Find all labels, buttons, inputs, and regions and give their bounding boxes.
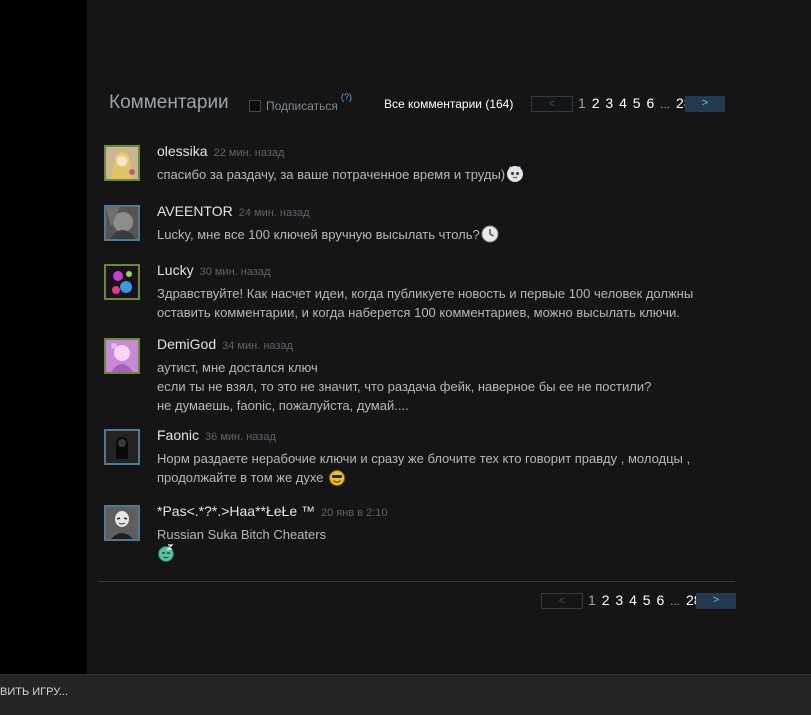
page-link[interactable]: 6 bbox=[646, 95, 654, 111]
comment-author[interactable]: DemiGod bbox=[157, 336, 216, 352]
comment-header: DemiGod 34 мин. назад bbox=[157, 336, 293, 354]
comment-timestamp: 36 мин. назад bbox=[205, 431, 276, 443]
avatar[interactable] bbox=[104, 205, 140, 241]
comment-body: спасибо за раздачу, за ваше потраченное … bbox=[157, 167, 506, 182]
comment-text: Здравствуйте! Как насчет идеи, когда пуб… bbox=[157, 284, 737, 322]
subscribe-checkbox[interactable] bbox=[249, 100, 261, 112]
page-ellipsis: ... bbox=[660, 97, 671, 111]
prev-page-button[interactable]: < bbox=[541, 593, 583, 609]
comment-text: спасибо за раздачу, за ваше потраченное … bbox=[157, 165, 737, 184]
comments-panel: Комментарии Подписаться (?) Все коммента… bbox=[87, 0, 811, 674]
comment-header: AVEENTOR 24 мин. назад bbox=[157, 203, 310, 221]
next-page-button[interactable]: > bbox=[685, 96, 725, 112]
comment-body: аутист, мне достался ключ если ты не взя… bbox=[157, 360, 652, 413]
page-link[interactable]: 5 bbox=[643, 592, 651, 608]
comment-timestamp: 20 янв в 2:10 bbox=[321, 507, 388, 519]
avatar[interactable] bbox=[104, 145, 140, 181]
page-link[interactable]: 5 bbox=[633, 95, 641, 111]
comment-author[interactable]: olessika bbox=[157, 143, 208, 159]
page-link[interactable]: 4 bbox=[619, 95, 627, 111]
page-link[interactable]: 2 bbox=[592, 95, 600, 111]
avatar[interactable] bbox=[104, 338, 140, 374]
comment-body: Lucky, мне все 100 ключей вручную высыла… bbox=[157, 227, 480, 242]
current-page: 1 bbox=[578, 95, 586, 111]
comment-header: olessika 22 мин. назад bbox=[157, 143, 284, 161]
bottom-bar: ВИТЬ ИГРУ... bbox=[0, 674, 811, 715]
cat-face-icon bbox=[506, 165, 524, 183]
subscribe-label[interactable]: Подписаться bbox=[266, 99, 338, 113]
current-page: 1 bbox=[588, 592, 596, 608]
add-game-link[interactable]: ВИТЬ ИГРУ... bbox=[0, 686, 68, 698]
comment-body: Здравствуйте! Как насчет идеи, когда пуб… bbox=[157, 286, 694, 320]
comment-text: Russian Suka Bitch Cheaters bbox=[157, 525, 737, 563]
page-numbers: 1 2 3 4 5 6 ... 28 bbox=[578, 95, 694, 111]
next-page-button[interactable]: > bbox=[696, 593, 736, 609]
top-edge-marks bbox=[497, 0, 727, 2]
comment-header: Faonic 36 мин. назад bbox=[157, 427, 276, 445]
page-link[interactable]: 3 bbox=[615, 592, 623, 608]
comment-header: *Pas<.*?*.>Haa**ŁeŁe ™ 20 янв в 2:10 bbox=[157, 503, 388, 521]
subscribe-help-link[interactable]: (?) bbox=[341, 92, 352, 102]
page-link[interactable]: 6 bbox=[656, 592, 664, 608]
comment-author[interactable]: Faonic bbox=[157, 427, 199, 443]
comment-body: Норм раздаете нерабочие ключи и сразу же… bbox=[157, 451, 691, 485]
page-numbers: 1 2 3 4 5 6 ... 28 bbox=[588, 592, 704, 608]
comments-title: Комментарии bbox=[109, 92, 229, 113]
page-ellipsis: ... bbox=[670, 594, 681, 608]
comment-author[interactable]: Lucky bbox=[157, 262, 194, 278]
comment-author[interactable]: AVEENTOR bbox=[157, 203, 233, 219]
prev-page-button[interactable]: < bbox=[531, 96, 573, 112]
comment-text: Lucky, мне все 100 ключей вручную высыла… bbox=[157, 225, 737, 244]
comment-timestamp: 24 мин. назад bbox=[238, 207, 310, 219]
comment-timestamp: 30 мин. назад bbox=[199, 266, 271, 278]
comment-header: Lucky 30 мин. назад bbox=[157, 262, 270, 280]
comment-text: Норм раздаете нерабочие ключи и сразу же… bbox=[157, 449, 737, 487]
avatar[interactable] bbox=[104, 505, 140, 541]
clock-icon bbox=[481, 225, 499, 243]
avatar[interactable] bbox=[104, 264, 140, 300]
comment-timestamp: 34 мин. назад bbox=[222, 340, 293, 352]
comment-timestamp: 22 мин. назад bbox=[213, 147, 285, 159]
smiley-face-icon bbox=[328, 468, 346, 486]
page-link[interactable]: 2 bbox=[602, 592, 610, 608]
comment-text: аутист, мне достался ключ если ты не взя… bbox=[157, 358, 737, 415]
sleepy-face-icon bbox=[157, 544, 175, 562]
page-link[interactable]: 4 bbox=[629, 592, 637, 608]
comment-body: Russian Suka Bitch Cheaters bbox=[157, 527, 327, 542]
comments-divider bbox=[99, 581, 735, 582]
avatar[interactable] bbox=[104, 429, 140, 465]
all-comments-link[interactable]: Все комментарии (164) bbox=[384, 97, 513, 111]
page-link[interactable]: 3 bbox=[605, 95, 613, 111]
comment-author[interactable]: *Pas<.*?*.>Haa**ŁeŁe ™ bbox=[157, 503, 315, 519]
